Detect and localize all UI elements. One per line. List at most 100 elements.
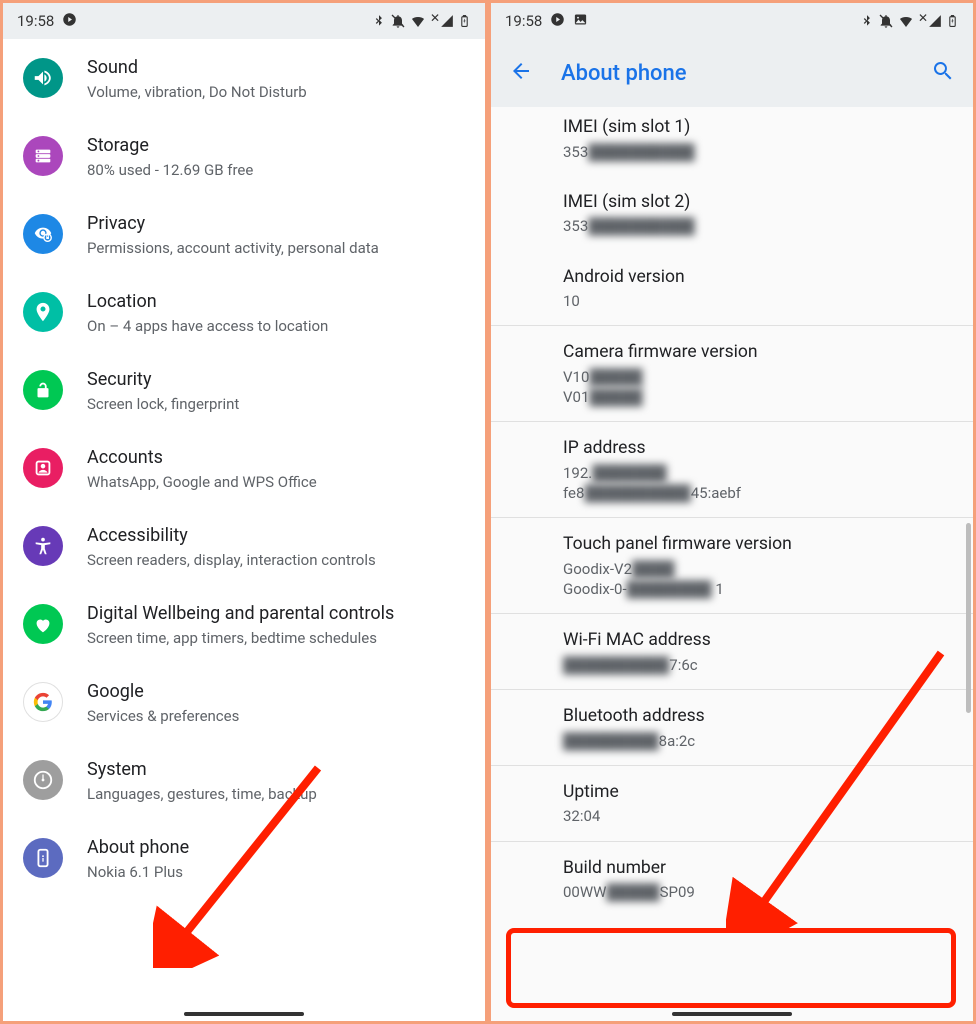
phone-left: 19:58 ✕ Sound Volume, vibration, Do Not …: [3, 3, 485, 1021]
search-icon: [931, 59, 955, 83]
info-title: Android version: [563, 265, 973, 290]
info-value: 353██████████: [563, 142, 973, 162]
wifi-icon: [410, 13, 426, 29]
info-value: 32:04: [563, 806, 973, 826]
info-item-android-version[interactable]: Android version 10: [491, 251, 973, 327]
item-title: About phone: [87, 836, 465, 860]
nav-handle[interactable]: [672, 1012, 792, 1016]
info-item-bluetooth-address[interactable]: Bluetooth address █████████8a:2c: [491, 690, 973, 766]
item-title: Sound: [87, 56, 465, 80]
location-icon: [23, 292, 63, 332]
settings-item-about-phone[interactable]: About phone Nokia 6.1 Plus: [3, 819, 485, 897]
info-title: Build number: [563, 856, 973, 881]
settings-item-google[interactable]: Google Services & preferences: [3, 663, 485, 741]
info-value: 00WW█████SP09: [563, 882, 973, 902]
info-item-ip-address[interactable]: IP address 192.███████fe8██████████45:ae…: [491, 422, 973, 518]
scrollbar[interactable]: [966, 523, 971, 713]
battery-icon: [458, 13, 471, 29]
settings-item-accessibility[interactable]: Accessibility Screen readers, display, i…: [3, 507, 485, 585]
system-icon: [23, 760, 63, 800]
item-subtitle: Nokia 6.1 Plus: [87, 862, 465, 882]
item-title: Privacy: [87, 212, 465, 236]
info-value: █████████8a:2c: [563, 731, 973, 751]
item-title: Security: [87, 368, 465, 392]
privacy-icon: [23, 214, 63, 254]
settings-item-storage[interactable]: Storage 80% used - 12.69 GB free: [3, 117, 485, 195]
nav-handle[interactable]: [184, 1012, 304, 1016]
settings-item-system[interactable]: System Languages, gestures, time, backup: [3, 741, 485, 819]
item-subtitle: On – 4 apps have access to location: [87, 316, 465, 336]
item-subtitle: WhatsApp, Google and WPS Office: [87, 472, 465, 492]
status-right-icons: ✕: [372, 13, 471, 29]
sound-icon: [23, 58, 63, 98]
item-subtitle: Screen readers, display, interaction con…: [87, 550, 465, 570]
dnd-icon: [390, 13, 406, 29]
storage-icon: [23, 136, 63, 176]
search-button[interactable]: [931, 59, 955, 87]
settings-item-location[interactable]: Location On – 4 apps have access to loca…: [3, 273, 485, 351]
accessibility-icon: [23, 526, 63, 566]
info-title: Bluetooth address: [563, 704, 973, 729]
info-item-build-number[interactable]: Build number 00WW█████SP09: [491, 842, 973, 917]
info-item-uptime[interactable]: Uptime 32:04: [491, 766, 973, 842]
status-right-icons: ✕: [860, 13, 959, 29]
item-subtitle: Services & preferences: [87, 706, 465, 726]
item-title: Location: [87, 290, 465, 314]
info-item-touch-firmware[interactable]: Touch panel firmware version Goodix-V2██…: [491, 518, 973, 614]
item-subtitle: Screen lock, fingerprint: [87, 394, 465, 414]
about-phone-list: IMEI (sim slot 1) 353██████████ IMEI (si…: [491, 107, 973, 916]
settings-item-security[interactable]: Security Screen lock, fingerprint: [3, 351, 485, 429]
info-title: IP address: [563, 436, 973, 461]
status-bar: 19:58 ✕: [3, 3, 485, 39]
phone-right: 19:58 ✕ About phone IMEI (sim slot 1): [491, 3, 973, 1021]
status-bar: 19:58 ✕: [491, 3, 973, 39]
about-phone-icon: [23, 838, 63, 878]
settings-item-wellbeing[interactable]: Digital Wellbeing and parental controls …: [3, 585, 485, 663]
item-subtitle: Languages, gestures, time, backup: [87, 784, 465, 804]
status-time: 19:58: [17, 12, 54, 30]
item-subtitle: Screen time, app timers, bedtime schedul…: [87, 628, 465, 648]
signal-icon: [440, 14, 454, 28]
info-title: IMEI (sim slot 2): [563, 190, 973, 215]
app-bar-title: About phone: [561, 61, 687, 86]
info-title: Wi-Fi MAC address: [563, 628, 973, 653]
settings-list: Sound Volume, vibration, Do Not Disturb …: [3, 39, 485, 897]
item-title: Accessibility: [87, 524, 465, 548]
info-value: V10█████V01█████: [563, 367, 973, 408]
info-title: Touch panel firmware version: [563, 532, 973, 557]
image-icon: [573, 12, 588, 31]
info-value: 353██████████: [563, 216, 973, 236]
bluetooth-icon: [372, 14, 386, 28]
info-item-imei2[interactable]: IMEI (sim slot 2) 353██████████: [491, 176, 973, 251]
play-icon: [62, 12, 77, 31]
annotation-highlight-build: [506, 928, 956, 1008]
info-value: 10: [563, 291, 973, 311]
status-time: 19:58: [505, 12, 542, 30]
back-button[interactable]: [509, 59, 533, 87]
item-subtitle: 80% used - 12.69 GB free: [87, 160, 465, 180]
item-title: Digital Wellbeing and parental controls: [87, 602, 465, 626]
info-item-camera-firmware[interactable]: Camera firmware version V10█████V01█████: [491, 326, 973, 422]
info-value: Goodix-V2████Goodix-0-████████ 1: [563, 559, 973, 600]
security-icon: [23, 370, 63, 410]
info-title: IMEI (sim slot 1): [563, 115, 973, 140]
info-item-wifi-mac[interactable]: Wi-Fi MAC address ██████████7:6c: [491, 614, 973, 690]
item-subtitle: Permissions, account activity, personal …: [87, 238, 465, 258]
accounts-icon: [23, 448, 63, 488]
app-bar: About phone: [491, 39, 973, 107]
wellbeing-icon: [23, 604, 63, 644]
settings-item-accounts[interactable]: Accounts WhatsApp, Google and WPS Office: [3, 429, 485, 507]
info-value: 192.███████fe8██████████45:aebf: [563, 463, 973, 504]
info-title: Uptime: [563, 780, 973, 805]
google-icon: [23, 682, 63, 722]
item-title: Storage: [87, 134, 465, 158]
item-title: System: [87, 758, 465, 782]
settings-item-sound[interactable]: Sound Volume, vibration, Do Not Disturb: [3, 39, 485, 117]
info-value: ██████████7:6c: [563, 655, 973, 675]
item-title: Google: [87, 680, 465, 704]
play-icon: [550, 12, 565, 31]
item-subtitle: Volume, vibration, Do Not Disturb: [87, 82, 465, 102]
info-item-imei1[interactable]: IMEI (sim slot 1) 353██████████: [491, 107, 973, 176]
settings-item-privacy[interactable]: Privacy Permissions, account activity, p…: [3, 195, 485, 273]
info-title: Camera firmware version: [563, 340, 973, 365]
